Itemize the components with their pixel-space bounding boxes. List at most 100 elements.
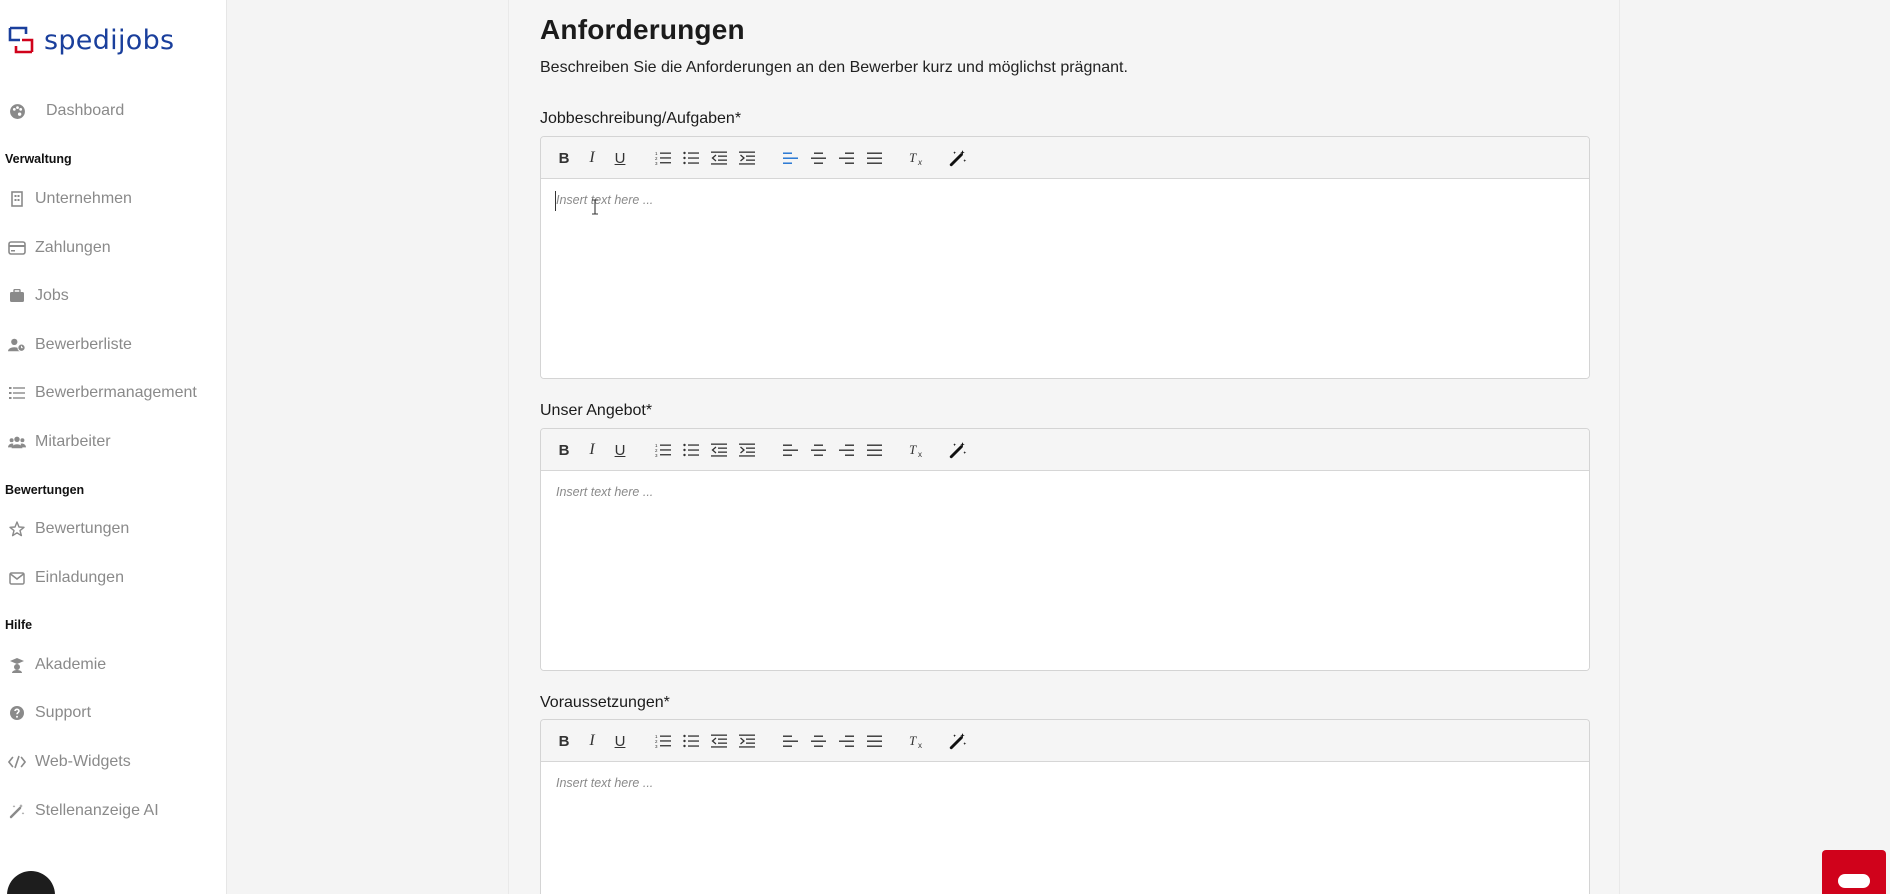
outdent-button[interactable] bbox=[708, 440, 730, 460]
svg-text:T: T bbox=[909, 733, 917, 748]
ordered-list-icon: 123 bbox=[655, 734, 671, 748]
sidebar-item-einladungen[interactable]: Einladungen bbox=[0, 563, 124, 593]
underline-button[interactable]: U bbox=[609, 440, 631, 460]
ordered-list-button[interactable]: 123 bbox=[652, 148, 674, 168]
align-left-button[interactable] bbox=[779, 148, 801, 168]
align-center-button[interactable] bbox=[807, 148, 829, 168]
clear-format-icon: Tx bbox=[909, 150, 925, 166]
logo[interactable]: spedijobs bbox=[8, 24, 174, 56]
clear-format-button[interactable]: Tx bbox=[906, 148, 928, 168]
bold-button[interactable]: B bbox=[553, 440, 575, 460]
ai-magic-button[interactable] bbox=[947, 440, 969, 460]
sidebar-item-dashboard[interactable]: Dashboard bbox=[0, 96, 124, 126]
user-clock-icon bbox=[8, 336, 26, 354]
align-center-icon bbox=[810, 444, 826, 457]
align-justify-button[interactable] bbox=[863, 731, 885, 751]
ai-magic-button[interactable] bbox=[947, 731, 969, 751]
outdent-button[interactable] bbox=[708, 731, 730, 751]
field-label-voraussetzungen: Voraussetzungen* bbox=[540, 694, 670, 711]
align-center-button[interactable] bbox=[807, 440, 829, 460]
align-center-icon bbox=[810, 152, 826, 165]
magic-wand-icon bbox=[949, 441, 967, 459]
sidebar-item-zahlungen[interactable]: Zahlungen bbox=[0, 233, 111, 263]
align-left-button[interactable] bbox=[779, 731, 801, 751]
clear-format-button[interactable]: Tx bbox=[906, 731, 928, 751]
italic-button[interactable]: I bbox=[581, 148, 603, 168]
align-right-button[interactable] bbox=[835, 731, 857, 751]
chat-widget-button[interactable] bbox=[1822, 850, 1886, 894]
ordered-list-button[interactable]: 123 bbox=[652, 440, 674, 460]
ordered-list-button[interactable]: 123 bbox=[652, 731, 674, 751]
editor-content[interactable]: Insert text here ... bbox=[541, 179, 1589, 378]
editor-toolbar: B I U 123 Tx bbox=[541, 429, 1589, 471]
sidebar-item-label: Stellenanzeige AI bbox=[35, 802, 159, 819]
sidebar-item-mitarbeiter[interactable]: Mitarbeiter bbox=[0, 427, 111, 457]
svg-text:T: T bbox=[909, 442, 917, 457]
sidebar-item-jobs[interactable]: Jobs bbox=[0, 281, 69, 311]
align-justify-button[interactable] bbox=[863, 440, 885, 460]
sidebar-item-bewertungen[interactable]: Bewertungen bbox=[0, 514, 129, 544]
sidebar-item-akademie[interactable]: Akademie bbox=[0, 650, 106, 680]
editor-content[interactable]: Insert text here ... bbox=[541, 471, 1589, 670]
bold-button[interactable]: B bbox=[553, 731, 575, 751]
align-right-icon bbox=[838, 152, 854, 165]
bullet-list-button[interactable] bbox=[680, 148, 702, 168]
italic-button[interactable]: I bbox=[581, 731, 603, 751]
sidebar: spedijobs Dashboard Verwaltung Unternehm… bbox=[0, 0, 227, 894]
account-avatar[interactable] bbox=[7, 871, 55, 894]
editor-content[interactable]: Insert text here ... bbox=[541, 762, 1589, 894]
align-left-icon bbox=[782, 735, 798, 748]
briefcase-icon bbox=[8, 287, 26, 305]
section-heading-hilfe: Hilfe bbox=[5, 618, 33, 632]
outdent-icon bbox=[711, 734, 727, 748]
page-title: Anforderungen bbox=[540, 14, 745, 45]
align-center-button[interactable] bbox=[807, 731, 829, 751]
bullet-list-button[interactable] bbox=[680, 731, 702, 751]
sidebar-item-label: Zahlungen bbox=[35, 239, 111, 256]
italic-button[interactable]: I bbox=[581, 440, 603, 460]
indent-button[interactable] bbox=[736, 440, 758, 460]
sidebar-item-bewerberliste[interactable]: Bewerberliste bbox=[0, 330, 132, 360]
clear-format-button[interactable]: Tx bbox=[906, 440, 928, 460]
align-right-button[interactable] bbox=[835, 148, 857, 168]
align-justify-icon bbox=[866, 444, 882, 457]
sidebar-item-label: Einladungen bbox=[35, 569, 124, 586]
sidebar-item-bewerbermanagement[interactable]: Bewerbermanagement bbox=[0, 378, 197, 408]
bullet-list-button[interactable] bbox=[680, 440, 702, 460]
sidebar-item-label: Bewerberliste bbox=[35, 336, 132, 353]
sidebar-item-label: Mitarbeiter bbox=[35, 433, 111, 450]
indent-icon bbox=[739, 151, 755, 165]
outdent-icon bbox=[711, 151, 727, 165]
svg-text:x: x bbox=[917, 158, 923, 166]
sidebar-item-support[interactable]: Support bbox=[0, 698, 91, 728]
bold-button[interactable]: B bbox=[553, 148, 575, 168]
bullet-list-icon bbox=[683, 734, 699, 748]
align-justify-button[interactable] bbox=[863, 148, 885, 168]
envelope-icon bbox=[8, 569, 26, 587]
magic-wand-icon bbox=[949, 149, 967, 167]
align-left-button[interactable] bbox=[779, 440, 801, 460]
field-label-jobbeschreibung: Jobbeschreibung/Aufgaben* bbox=[540, 110, 742, 127]
outdent-button[interactable] bbox=[708, 148, 730, 168]
editor-toolbar: B I U 123 Tx bbox=[541, 720, 1589, 762]
ai-magic-button[interactable] bbox=[947, 148, 969, 168]
underline-button[interactable]: U bbox=[609, 148, 631, 168]
sidebar-item-label: Akademie bbox=[35, 656, 107, 673]
ordered-list-icon: 123 bbox=[655, 443, 671, 457]
palette-icon bbox=[8, 102, 26, 120]
indent-button[interactable] bbox=[736, 148, 758, 168]
sidebar-item-web-widgets[interactable]: Web-Widgets bbox=[0, 747, 131, 777]
star-icon bbox=[8, 520, 26, 538]
sidebar-item-stellenanzeige-ai[interactable]: Stellenanzeige AI bbox=[0, 796, 159, 826]
indent-button[interactable] bbox=[736, 731, 758, 751]
logo-icon bbox=[8, 26, 34, 54]
clear-format-icon: Tx bbox=[909, 442, 925, 458]
align-right-button[interactable] bbox=[835, 440, 857, 460]
sidebar-item-label: Bewertungen bbox=[35, 520, 130, 537]
sidebar-item-unternehmen[interactable]: Unternehmen bbox=[0, 184, 132, 214]
editor-jobbeschreibung: B I U 123 Tx Insert text here ... bbox=[540, 136, 1590, 379]
svg-text:3: 3 bbox=[655, 453, 658, 457]
underline-button[interactable]: U bbox=[609, 731, 631, 751]
align-justify-icon bbox=[866, 152, 882, 165]
editor-unser-angebot: B I U 123 Tx Insert text here ... bbox=[540, 428, 1590, 671]
